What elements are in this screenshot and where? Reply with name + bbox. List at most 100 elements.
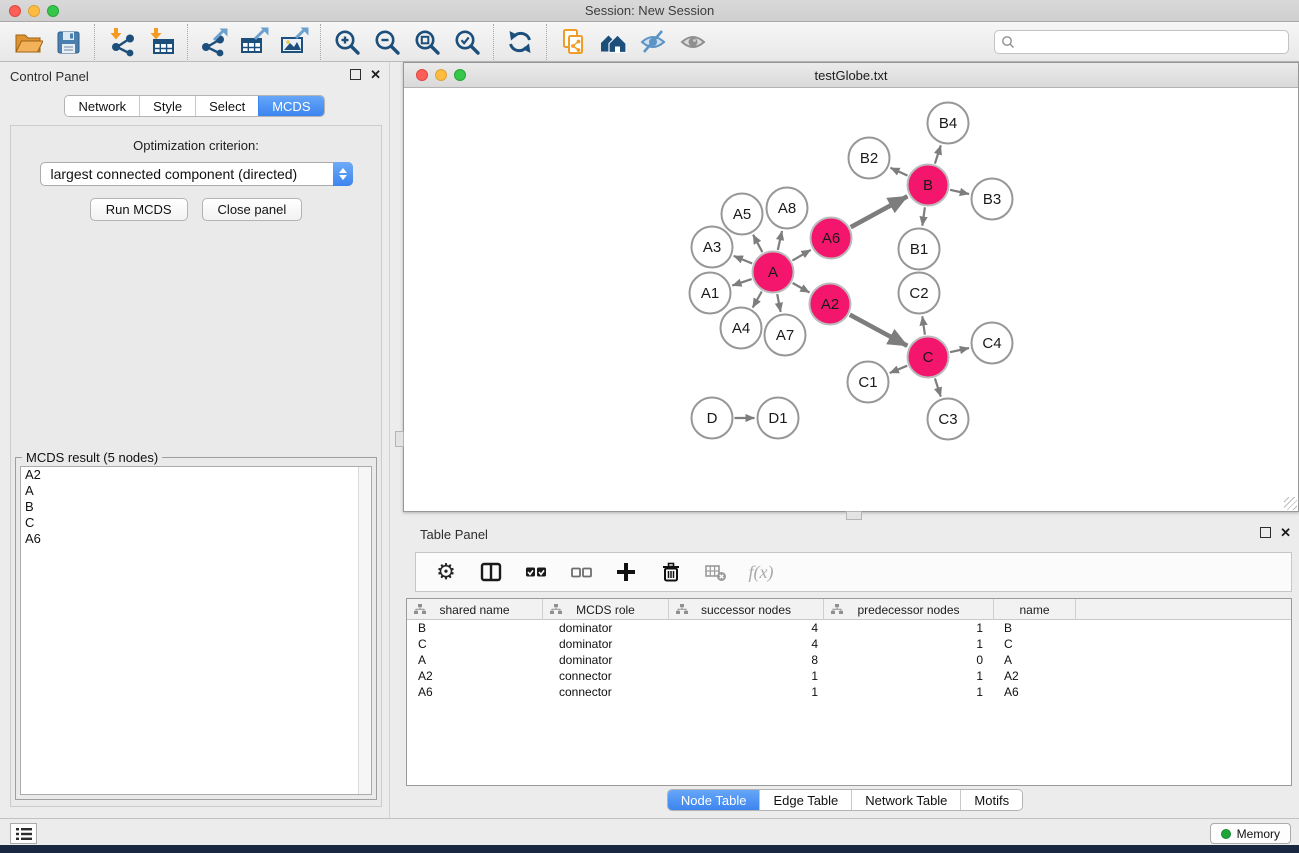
graph-node-B[interactable]: B [908, 165, 949, 206]
graph-edge-A-A2[interactable] [793, 283, 810, 293]
show-hidden-button[interactable] [673, 24, 713, 60]
graph-node-A2[interactable]: A2 [810, 284, 851, 325]
graph-node-B1[interactable]: B1 [899, 229, 940, 270]
clone-network-button[interactable] [553, 24, 593, 60]
graph-edge-A-A3[interactable] [734, 256, 753, 264]
mcds-result-item[interactable]: A2 [21, 467, 371, 483]
network-window-titlebar[interactable]: testGlobe.txt [404, 63, 1298, 88]
mcds-result-item[interactable]: A [21, 483, 371, 499]
close-panel-icon[interactable]: ✕ [370, 69, 381, 80]
close-table-panel-icon[interactable]: ✕ [1280, 527, 1291, 538]
column-header-name[interactable]: name [994, 599, 1076, 620]
graph-edge-C-C1[interactable] [890, 366, 908, 373]
graph-node-A5[interactable]: A5 [722, 194, 763, 235]
graph-edge-C-C4[interactable] [950, 348, 969, 352]
zoom-in-button[interactable] [327, 24, 367, 60]
table-row[interactable]: A2connector11A2 [407, 668, 1291, 684]
zoom-selected-button[interactable] [447, 24, 487, 60]
network-zoom-button[interactable] [454, 69, 466, 81]
tab-edge-table[interactable]: Edge Table [759, 790, 851, 810]
tab-node-table[interactable]: Node Table [668, 790, 760, 810]
mcds-result-item[interactable]: B [21, 499, 371, 515]
graph-edge-A-A7[interactable] [777, 294, 780, 312]
export-image-button[interactable] [274, 24, 314, 60]
graph-node-D[interactable]: D [692, 398, 733, 439]
column-header-MCDS-role[interactable]: MCDS role [543, 599, 669, 620]
graph-node-A3[interactable]: A3 [692, 227, 733, 268]
graph-edge-A-A4[interactable] [753, 292, 762, 308]
create-column-button[interactable] [612, 558, 640, 586]
graph-edge-A6-B[interactable] [851, 196, 908, 227]
zoom-out-button[interactable] [367, 24, 407, 60]
table-row[interactable]: Cdominator41C [407, 636, 1291, 652]
minimize-window-button[interactable] [28, 5, 40, 17]
float-panel-icon[interactable] [350, 69, 361, 80]
graph-node-C[interactable]: C [908, 337, 949, 378]
graph-node-A4[interactable]: A4 [721, 308, 762, 349]
graph-edge-B-B4[interactable] [935, 145, 941, 163]
tab-motifs[interactable]: Motifs [960, 790, 1022, 810]
import-network-button[interactable] [101, 24, 141, 60]
memory-button[interactable]: Memory [1210, 823, 1291, 844]
tab-network-table[interactable]: Network Table [851, 790, 960, 810]
tab-style[interactable]: Style [139, 96, 195, 116]
task-history-button[interactable] [10, 823, 37, 844]
function-builder-button[interactable]: f(x) [747, 558, 775, 586]
hide-selected-button[interactable] [633, 24, 673, 60]
network-canvas[interactable]: B4 B2 B B3 A8A5 A6 A3 B1 A A1 C2 A2 A4A7 C4 C C1 C3 D D1 [404, 88, 1298, 511]
network-close-button[interactable] [416, 69, 428, 81]
graph-node-B2[interactable]: B2 [849, 138, 890, 179]
graph-node-B4[interactable]: B4 [928, 103, 969, 144]
mcds-list-scrollbar[interactable] [358, 467, 371, 794]
mcds-result-item[interactable]: C [21, 515, 371, 531]
deselect-all-button[interactable] [567, 558, 595, 586]
mcds-result-item[interactable]: A6 [21, 531, 371, 547]
column-header-predecessor-nodes[interactable]: predecessor nodes [824, 599, 994, 620]
graph-node-A8[interactable]: A8 [767, 188, 808, 229]
delete-column-button[interactable] [657, 558, 685, 586]
graph-node-A1[interactable]: A1 [690, 273, 731, 314]
graph-node-A7[interactable]: A7 [765, 315, 806, 356]
graph-edge-B-B2[interactable] [890, 168, 907, 176]
close-panel-button[interactable]: Close panel [202, 198, 303, 221]
criterion-select[interactable]: largest connected component (directed) [40, 162, 353, 186]
graph-node-A6[interactable]: A6 [811, 218, 852, 259]
graph-node-C1[interactable]: C1 [848, 362, 889, 403]
graph-node-B3[interactable]: B3 [972, 179, 1013, 220]
graph-node-A[interactable]: A [753, 252, 794, 293]
table-settings-button[interactable]: ⚙ [432, 558, 460, 586]
show-all-networks-button[interactable] [593, 24, 633, 60]
refresh-view-button[interactable] [500, 24, 540, 60]
search-input[interactable] [1015, 35, 1282, 50]
tab-select[interactable]: Select [195, 96, 258, 116]
graph-node-C3[interactable]: C3 [928, 399, 969, 440]
tab-network[interactable]: Network [65, 96, 139, 116]
save-session-button[interactable] [48, 24, 88, 60]
window-resize-handle[interactable] [1284, 497, 1297, 510]
tab-mcds[interactable]: MCDS [258, 96, 323, 116]
zoom-window-button[interactable] [47, 5, 59, 17]
graph-edge-C-C2[interactable] [922, 316, 925, 334]
table-row[interactable]: Bdominator41B [407, 620, 1291, 636]
export-network-button[interactable] [194, 24, 234, 60]
graph-node-D1[interactable]: D1 [758, 398, 799, 439]
graph-edge-B-B3[interactable] [950, 190, 969, 194]
graph-node-C4[interactable]: C4 [972, 323, 1013, 364]
select-all-button[interactable] [522, 558, 550, 586]
graph-edge-A-A6[interactable] [792, 250, 810, 261]
open-session-button[interactable] [8, 24, 48, 60]
graph-edge-C-C3[interactable] [935, 378, 941, 396]
graph-node-C2[interactable]: C2 [899, 273, 940, 314]
table-row[interactable]: A6connector11A6 [407, 684, 1291, 700]
float-table-panel-icon[interactable] [1260, 527, 1271, 538]
network-minimize-button[interactable] [435, 69, 447, 81]
graph-edge-A-A1[interactable] [732, 279, 751, 286]
column-header-shared-name[interactable]: shared name [407, 599, 543, 620]
run-mcds-button[interactable]: Run MCDS [90, 198, 188, 221]
splitter-handle-horizontal[interactable] [846, 511, 862, 520]
graph-edge-A-A5[interactable] [753, 235, 762, 253]
splitter-handle-vertical[interactable] [395, 431, 404, 447]
delete-table-button[interactable] [702, 558, 730, 586]
show-columns-button[interactable] [477, 558, 505, 586]
search-field[interactable] [994, 30, 1289, 54]
